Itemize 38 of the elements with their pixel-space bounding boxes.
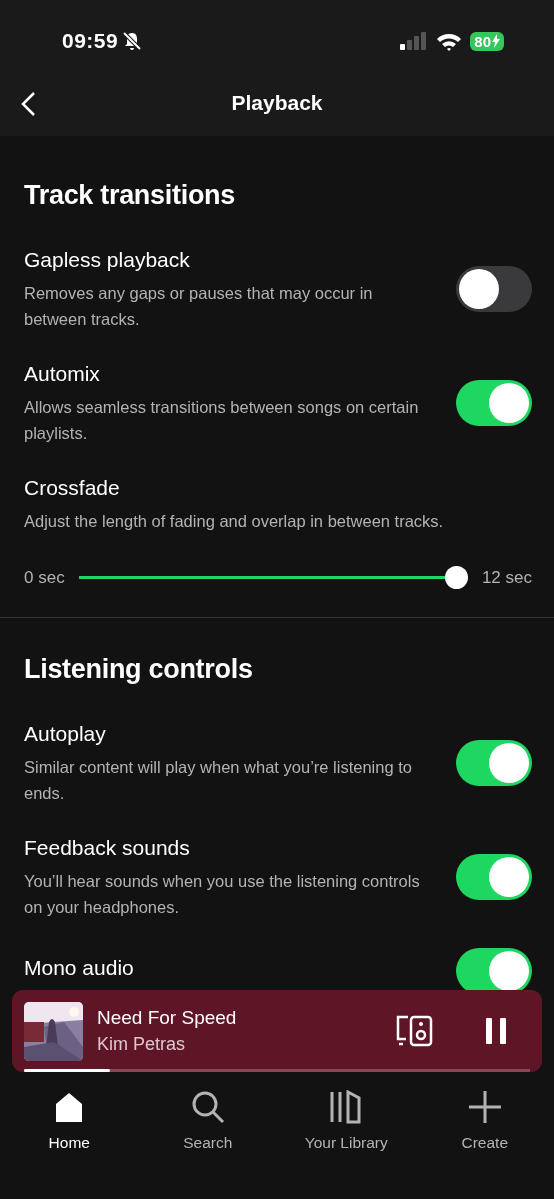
toggle-switch[interactable] <box>456 740 532 786</box>
setting-description: You’ll hear sounds when you use the listening controls on your headphones. <box>24 871 420 918</box>
wifi-icon <box>436 31 463 51</box>
setting-description: Allows seamless transitions between songs on certain playlists. <box>24 397 420 444</box>
section-heading: Listening controls <box>24 654 254 685</box>
slider-max-label: 12 sec <box>481 567 532 588</box>
toggle-switch[interactable] <box>456 266 532 312</box>
mini-player[interactable]: Need For Speed Kim Petras <box>12 990 542 1072</box>
page-title: Playback <box>231 91 323 115</box>
library-icon <box>329 1090 364 1124</box>
plus-icon <box>467 1090 502 1124</box>
setting-description: Removes any gaps or pauses that may occur in between tracks. <box>24 283 374 330</box>
setting-description: Similar content will play when what you’re listening to ends. <box>24 757 413 804</box>
battery-indicator: 80 <box>470 31 504 51</box>
toggle-switch[interactable] <box>456 854 532 900</box>
setting-title: Feedback sounds <box>24 835 191 861</box>
toggle-switch[interactable] <box>456 380 532 426</box>
nav-tab[interactable]: Search <box>138 1090 277 1199</box>
signal-icon <box>400 32 429 50</box>
setting-title: Gapless playback <box>24 247 191 273</box>
nav-tab[interactable]: Home <box>0 1090 139 1199</box>
setting-title: Mono audio <box>24 955 135 981</box>
section-heading: Track transitions <box>24 180 236 211</box>
status-time: 09:59 <box>62 29 119 53</box>
speaker-device-icon[interactable] <box>396 1015 434 1047</box>
setting-title: Autoplay <box>24 721 107 747</box>
nav-tab[interactable]: Create <box>415 1090 554 1199</box>
track-title: Need For Speed <box>97 1007 238 1029</box>
setting-title: Crossfade <box>24 475 121 501</box>
pause-icon[interactable] <box>484 1017 508 1045</box>
search-icon <box>190 1090 225 1124</box>
setting-title: Automix <box>24 361 101 387</box>
nav-tab[interactable]: Your Library <box>277 1090 416 1199</box>
setting-description: Adjust the length of fading and overlap in between tracks. <box>24 511 445 532</box>
artist-name: Kim Petras <box>97 1034 187 1055</box>
muted-bell-icon <box>122 31 143 51</box>
slider-min-label: 0 sec <box>24 567 65 588</box>
toggle-switch[interactable] <box>456 948 532 990</box>
